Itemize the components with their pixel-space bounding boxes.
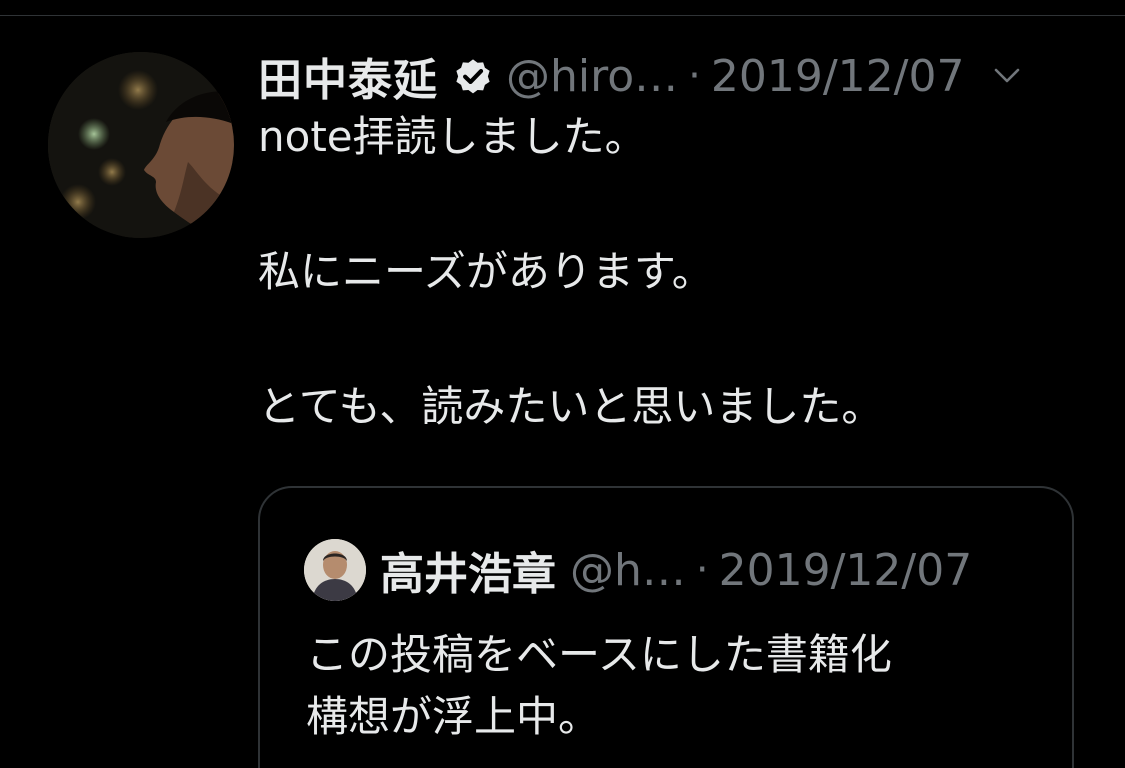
- quoted-tweet-card[interactable]: 高井浩章 @h… · 2019/12/07 この投稿をベースにした書籍化 構想が…: [258, 486, 1074, 768]
- separator-dot: ·: [688, 53, 701, 99]
- quoted-author-handle: @h…: [570, 544, 686, 596]
- quoted-tweet-date: 2019/12/07: [718, 544, 973, 596]
- quoted-author-name: 高井浩章: [380, 549, 556, 600]
- chevron-down-icon[interactable]: [992, 61, 1022, 91]
- verified-badge-icon: [452, 55, 494, 97]
- tweet-line: note拝読しました。: [258, 112, 647, 161]
- quoted-tweet-text: この投稿をベースにした書籍化 構想が浮上中。: [306, 624, 1046, 748]
- quoted-author-avatar: [304, 539, 366, 601]
- tweet-header: 田中泰延 @hiro… · 2019/12/07: [258, 48, 1098, 106]
- tweet-screen: 田中泰延 @hiro… · 2019/12/07 note拝読しました。 私にニ…: [0, 0, 1125, 768]
- tweet-line: 私にニーズがあります。: [258, 247, 714, 296]
- quoted-tweet-line: この投稿をベースにした書籍化: [306, 630, 892, 679]
- tweet[interactable]: 田中泰延 @hiro… · 2019/12/07 note拝読しました。 私にニ…: [258, 48, 1098, 440]
- author-avatar[interactable]: [48, 52, 234, 238]
- author-handle[interactable]: @hiro…: [506, 51, 678, 102]
- tweet-line: とても、読みたいと思いました。: [258, 382, 884, 431]
- divider: [0, 15, 1125, 16]
- quoted-tweet-line: 構想が浮上中。: [306, 692, 601, 741]
- separator-dot: ·: [695, 547, 709, 593]
- quoted-tweet-header: 高井浩章 @h… · 2019/12/07: [304, 538, 972, 602]
- tweet-text: note拝読しました。 私にニーズがあります。 とても、読みたいと思いました。: [258, 104, 1098, 440]
- tweet-date[interactable]: 2019/12/07: [711, 51, 965, 102]
- author-name[interactable]: 田中泰延: [258, 44, 438, 108]
